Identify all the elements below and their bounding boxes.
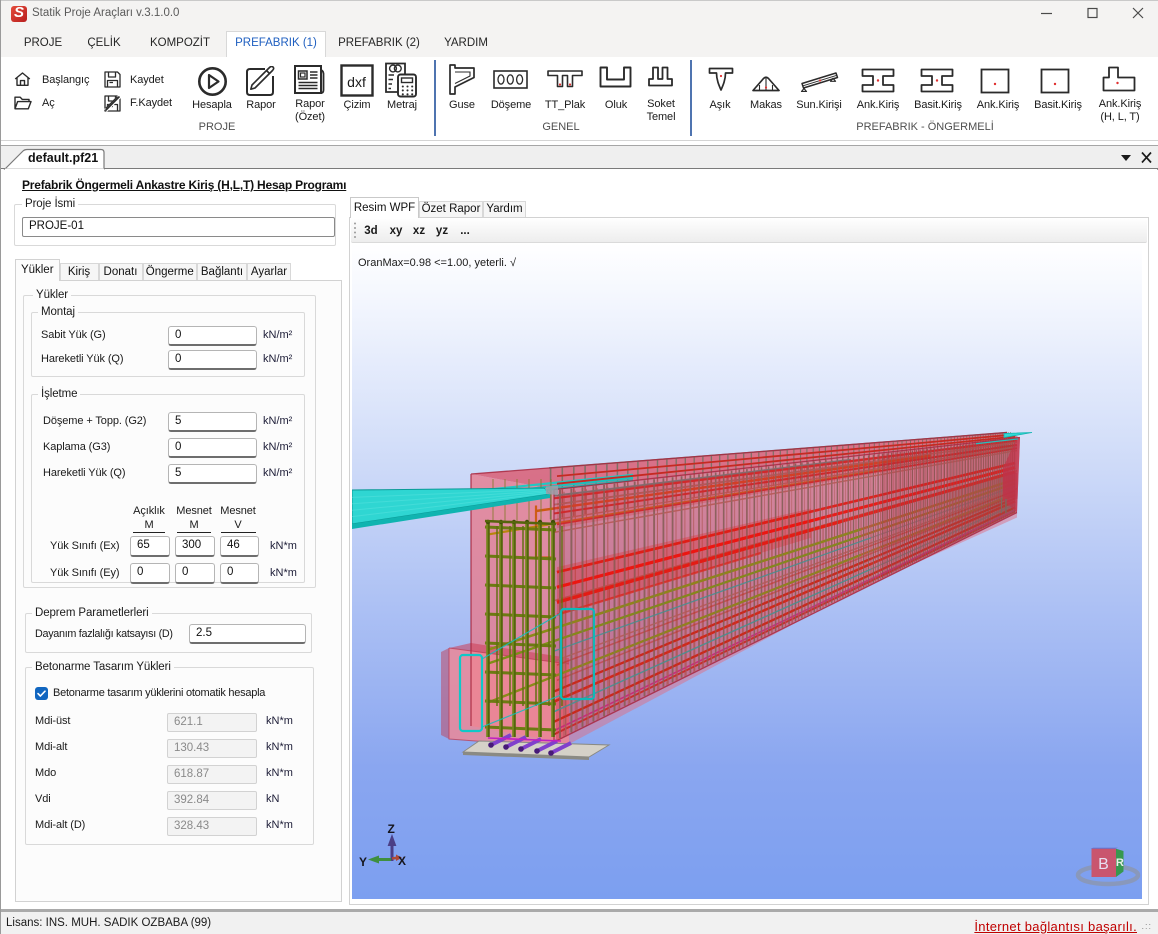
svg-text:B: B <box>1098 856 1109 873</box>
svg-text:Z: Z <box>388 822 395 836</box>
svg-text:R: R <box>1116 857 1124 869</box>
svg-text:X: X <box>398 854 406 868</box>
svg-text:Y: Y <box>359 855 367 869</box>
svg-text:OranMax=0.98 <=1.00, yeterli.: OranMax=0.98 <=1.00, yeterli. √ <box>358 257 517 269</box>
svg-text:dxf: dxf <box>347 74 366 90</box>
